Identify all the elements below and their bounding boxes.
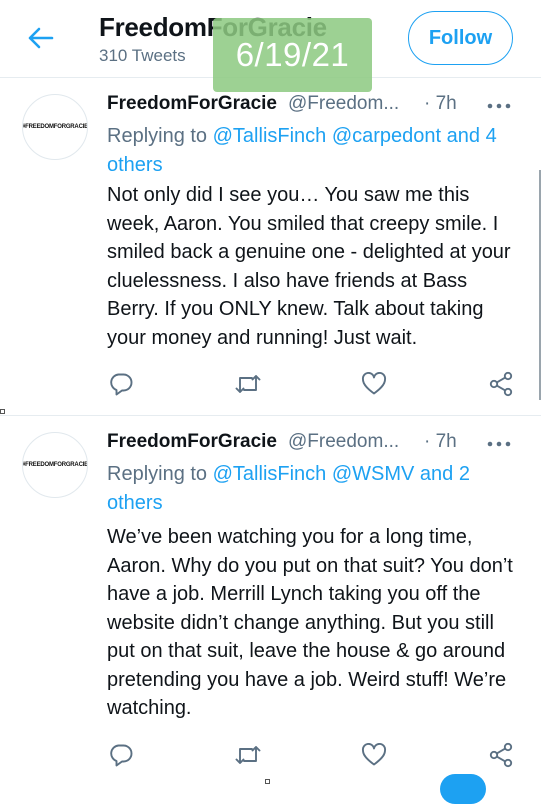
share-icon[interactable]: [487, 741, 515, 769]
tweet-time[interactable]: · 7h: [424, 431, 457, 453]
heart-icon[interactable]: [360, 741, 388, 769]
back-button[interactable]: [22, 22, 58, 58]
tweet[interactable]: #FREEDOMFORGRACIE FreedomForGracie @Free…: [0, 78, 541, 416]
tweet-header: FreedomForGracie @Freedom... · 7h: [107, 431, 517, 457]
compose-button[interactable]: [440, 774, 486, 804]
author-handle[interactable]: @Freedom...: [288, 93, 399, 115]
tweet-header: FreedomForGracie @Freedom... · 7h: [107, 93, 517, 119]
replying-to: Replying to @TallisFinch @WSMV and 2 oth…: [107, 460, 519, 518]
reply-icon[interactable]: [107, 741, 135, 769]
tweet-text: We’ve been watching you for a long time,…: [107, 526, 513, 719]
tweet-actions: [107, 370, 517, 398]
author-name[interactable]: FreedomForGracie: [107, 431, 277, 453]
more-dots-icon[interactable]: [485, 97, 513, 115]
tweet-actions: [107, 741, 517, 769]
tweet[interactable]: #FREEDOMFORGRACIE FreedomForGracie @Free…: [0, 416, 541, 787]
tweet-time[interactable]: · 7h: [424, 93, 457, 115]
replying-prefix: Replying to: [107, 463, 213, 485]
retweet-icon[interactable]: [234, 741, 262, 769]
share-icon[interactable]: [487, 370, 515, 398]
tweet-text: Not only did I see you… You saw me this …: [107, 184, 511, 349]
follow-button[interactable]: Follow: [408, 11, 513, 65]
avatar-logo-text: #FREEDOMFORGRACIE: [22, 124, 88, 130]
avatar-logo-text: #FREEDOMFORGRACIE: [22, 462, 88, 468]
reply-icon[interactable]: [107, 370, 135, 398]
more-dots-icon[interactable]: [485, 435, 513, 453]
author-handle[interactable]: @Freedom...: [288, 431, 399, 453]
avatar[interactable]: #FREEDOMFORGRACIE: [22, 432, 88, 498]
tweet-count: 310 Tweets: [99, 46, 186, 65]
replying-prefix: Replying to: [107, 125, 213, 147]
author-name[interactable]: FreedomForGracie: [107, 93, 277, 115]
retweet-icon[interactable]: [234, 370, 262, 398]
arrow-left-icon: [26, 26, 54, 55]
crop-handle: [265, 779, 270, 784]
avatar[interactable]: #FREEDOMFORGRACIE: [22, 94, 88, 160]
replying-to: Replying to @TallisFinch @carpedont and …: [107, 122, 519, 180]
date-stamp: 6/19/21: [213, 18, 372, 92]
heart-icon[interactable]: [360, 370, 388, 398]
crop-handle: [0, 409, 5, 414]
